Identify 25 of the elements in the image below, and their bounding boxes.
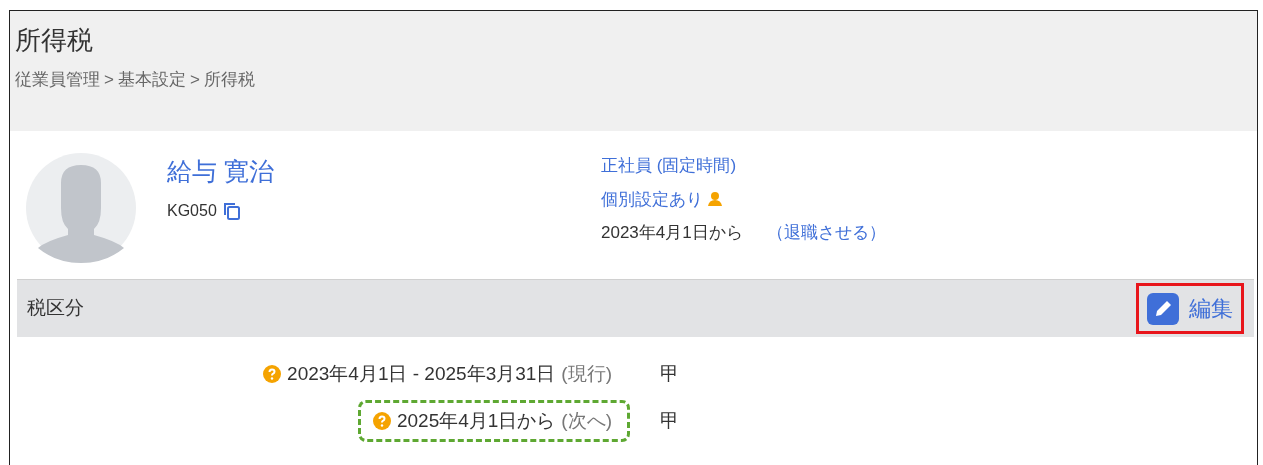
breadcrumb-item[interactable]: 基本設定 <box>117 67 186 93</box>
period-status: (現行) <box>561 362 612 386</box>
employment-type-link[interactable]: 正社員 (固定時間) <box>601 156 737 175</box>
breadcrumb-item[interactable]: 所得税 <box>203 67 255 93</box>
page-title: 所得税 <box>15 24 94 57</box>
breadcrumb-separator: > <box>104 69 114 91</box>
breadcrumb-item[interactable]: 従業員管理 <box>15 67 100 93</box>
pencil-icon <box>1147 292 1179 325</box>
custom-setting-link[interactable]: 個別設定あり <box>601 186 703 212</box>
period-text: 2023年4月1日 - 2025年3月31日 <box>287 362 556 386</box>
section-title: 税区分 <box>27 296 84 321</box>
help-icon[interactable] <box>372 411 391 430</box>
avatar-icon <box>26 153 136 263</box>
period-status: (次へ) <box>561 408 612 433</box>
period-text: 2025年4月1日から <box>396 408 556 433</box>
tax-category-value: 甲 <box>660 408 680 433</box>
tax-category-value: 甲 <box>660 362 680 386</box>
start-date: 2023年4月1日から <box>601 222 743 244</box>
help-icon[interactable] <box>263 365 282 384</box>
person-icon <box>707 191 723 208</box>
employee-name-link[interactable]: 給与 寛治 <box>167 157 274 185</box>
edit-button[interactable]: 編集 <box>1136 283 1244 334</box>
employee-code: KG050 <box>167 200 217 221</box>
breadcrumb-separator: > <box>189 69 200 91</box>
retire-link[interactable]: （退職させる） <box>766 220 886 246</box>
